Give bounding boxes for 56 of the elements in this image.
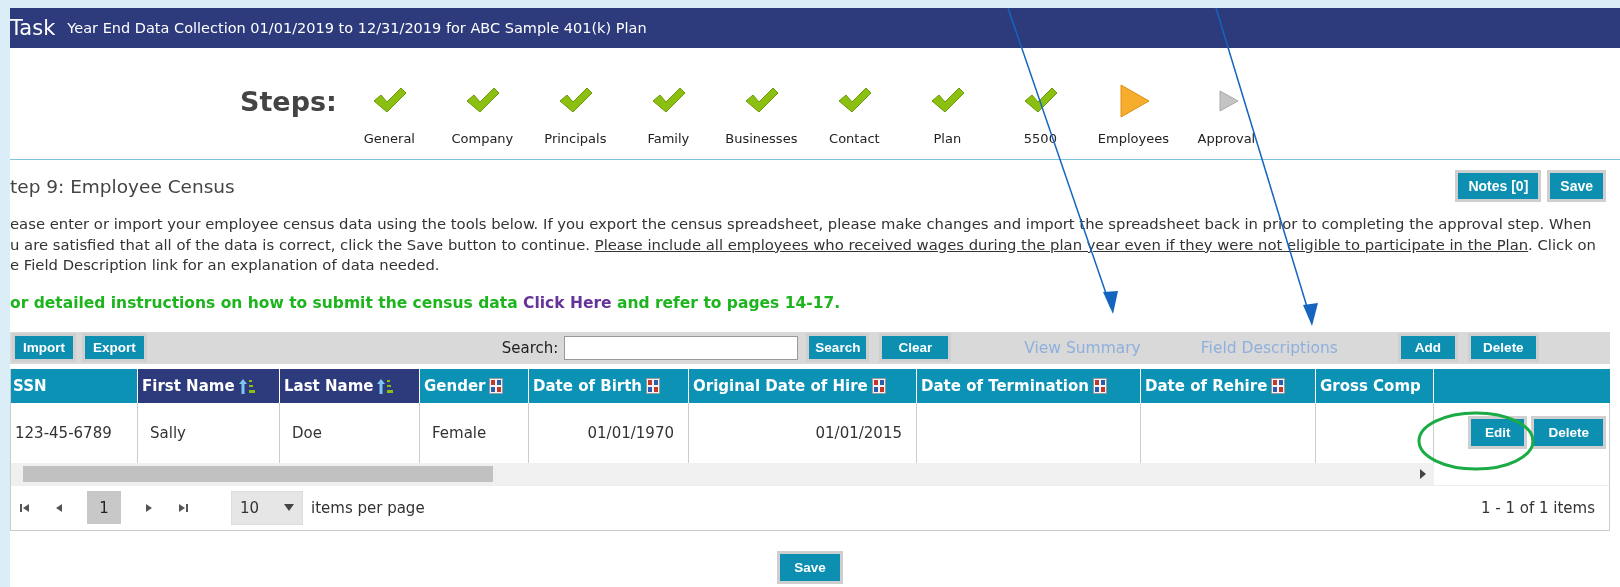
step-label[interactable]: Employees — [1097, 131, 1169, 146]
row-button[interactable]: Delete — [1531, 416, 1606, 449]
table-cell: Sally — [138, 402, 280, 463]
table-cell: Female — [420, 402, 529, 463]
caret-icon — [284, 503, 294, 512]
step-label[interactable]: Approval — [1197, 131, 1256, 146]
page-size-dropdown[interactable]: 10 — [231, 490, 303, 525]
table-cell: 123-45-6789 — [11, 402, 138, 463]
toolbar-button[interactable]: Search — [806, 333, 870, 362]
column-header[interactable]: Last Name — [280, 368, 420, 403]
column-header[interactable]: Original Date of Hire — [689, 368, 917, 403]
sort-icon — [1271, 377, 1286, 394]
section-heading: tep 9: Employee Census — [10, 175, 235, 197]
sort-icon — [871, 377, 886, 394]
toolbar-button[interactable]: Import — [12, 333, 76, 362]
row-button[interactable]: Edit — [1467, 416, 1528, 449]
step-label[interactable]: Family — [647, 131, 690, 146]
table-cell: 01/01/1970 — [529, 402, 689, 463]
column-header[interactable]: Date of Birth — [529, 368, 689, 403]
save-button[interactable]: Save — [777, 550, 843, 584]
page-number[interactable]: 1 — [87, 491, 121, 524]
instructions-note: or detailed instructions on how to submit the census data Click Here and refer to pages 14-17. — [10, 293, 842, 312]
step-label[interactable]: Plan — [933, 131, 962, 146]
step-label[interactable]: Company — [451, 131, 514, 146]
toolbar-button[interactable]: Export — [82, 333, 147, 362]
step-label[interactable]: Contact — [829, 131, 880, 146]
column-header[interactable]: SSN — [11, 368, 138, 403]
page-size-label: items per page — [311, 498, 425, 517]
click-here-link[interactable]: Click Here — [523, 293, 612, 312]
toolbar-button[interactable]: Add — [1397, 333, 1459, 362]
column-header[interactable]: First Name — [138, 368, 280, 403]
sort-icon — [489, 377, 504, 394]
first-page-icon[interactable] — [19, 501, 31, 514]
toolbar-button[interactable]: Delete — [1468, 333, 1539, 362]
header-label: Task — [10, 16, 56, 40]
step-label[interactable]: Businesses — [725, 131, 798, 146]
header-title: Year End Data Collection 01/01/2019 to 12/31/2019 for ABC Sample 401(k) Plan — [67, 20, 647, 36]
last-page-icon[interactable] — [177, 501, 189, 514]
steps-label: Steps: — [240, 86, 337, 117]
step-label[interactable]: General — [363, 131, 415, 146]
table-cell: Doe — [280, 402, 420, 463]
column-header[interactable]: Date of Rehire — [1141, 368, 1316, 403]
search-field[interactable] — [564, 335, 799, 360]
sort-icon — [1092, 377, 1107, 394]
column-header[interactable]: Date of Termination — [917, 368, 1141, 403]
toolbar-button[interactable]: Clear — [879, 333, 952, 362]
column-header[interactable]: Gross Comp — [1316, 368, 1434, 403]
sort-icon — [646, 377, 660, 394]
pager-summary: 1 - 1 of 1 items — [1480, 498, 1595, 517]
table-cell: 01/01/2015 — [689, 402, 917, 463]
scroll-right-icon — [1420, 468, 1426, 479]
column-header[interactable]: Gender — [420, 368, 529, 403]
search-label: Search: — [501, 338, 559, 357]
step-label[interactable]: Principals — [544, 131, 607, 146]
header-button[interactable]: Notes [0] — [1455, 170, 1542, 202]
header-button[interactable]: Save — [1547, 170, 1606, 202]
